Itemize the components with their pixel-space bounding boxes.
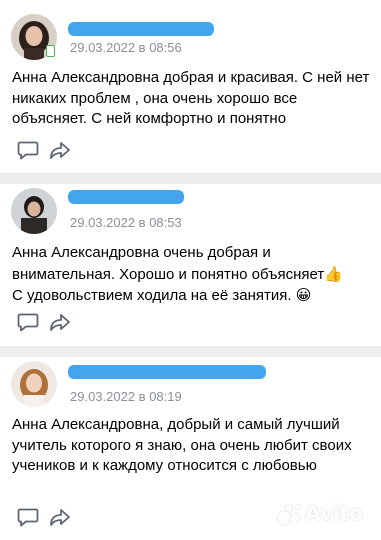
- online-indicator-icon: [46, 45, 55, 57]
- author-name-redacted: [68, 365, 266, 379]
- review-text: Анна Александровна добрая и красивая. С …: [12, 68, 372, 130]
- avatar[interactable]: [11, 361, 57, 407]
- review-text: Анна Александровна, добрый и самый лучши…: [12, 415, 372, 477]
- avito-watermark: Avito: [275, 500, 375, 530]
- review-date: 29.03.2022 в 08:19: [70, 389, 182, 404]
- thumbs-up-emoji: 👍: [324, 264, 343, 283]
- review-text-body: Анна Александровна очень добрая и внимат…: [12, 244, 325, 283]
- review-divider: [0, 173, 381, 184]
- comment-icon[interactable]: [17, 140, 39, 160]
- review-text-body: Анна Александровна, добрый и самый лучши…: [12, 416, 352, 474]
- share-icon[interactable]: [49, 140, 71, 160]
- review-card: 29.03.2022 в 08:56 Анна Александровна до…: [0, 0, 381, 173]
- watermark-text: Avito: [305, 501, 363, 525]
- review-divider: [0, 346, 381, 357]
- author-name-redacted: [68, 22, 214, 36]
- share-icon[interactable]: [49, 507, 71, 527]
- avatar[interactable]: [11, 188, 57, 234]
- comment-icon[interactable]: [17, 312, 39, 332]
- review-date: 29.03.2022 в 08:56: [70, 40, 182, 55]
- author-name-redacted: [68, 190, 184, 204]
- comment-icon[interactable]: [17, 507, 39, 527]
- review-text-body: Анна Александровна добрая и красивая. С …: [12, 69, 370, 127]
- avito-logo-icon: [276, 503, 301, 526]
- grinning-face-emoji: 😀: [295, 286, 312, 304]
- share-icon[interactable]: [49, 312, 71, 332]
- review-date: 29.03.2022 в 08:53: [70, 215, 182, 230]
- review-text-body-cont: С удовольствием ходила на её занятия.: [12, 287, 292, 304]
- review-text: Анна Александровна очень добрая и внимат…: [12, 243, 372, 307]
- review-card: 29.03.2022 в 08:53 Анна Александровна оч…: [0, 184, 381, 346]
